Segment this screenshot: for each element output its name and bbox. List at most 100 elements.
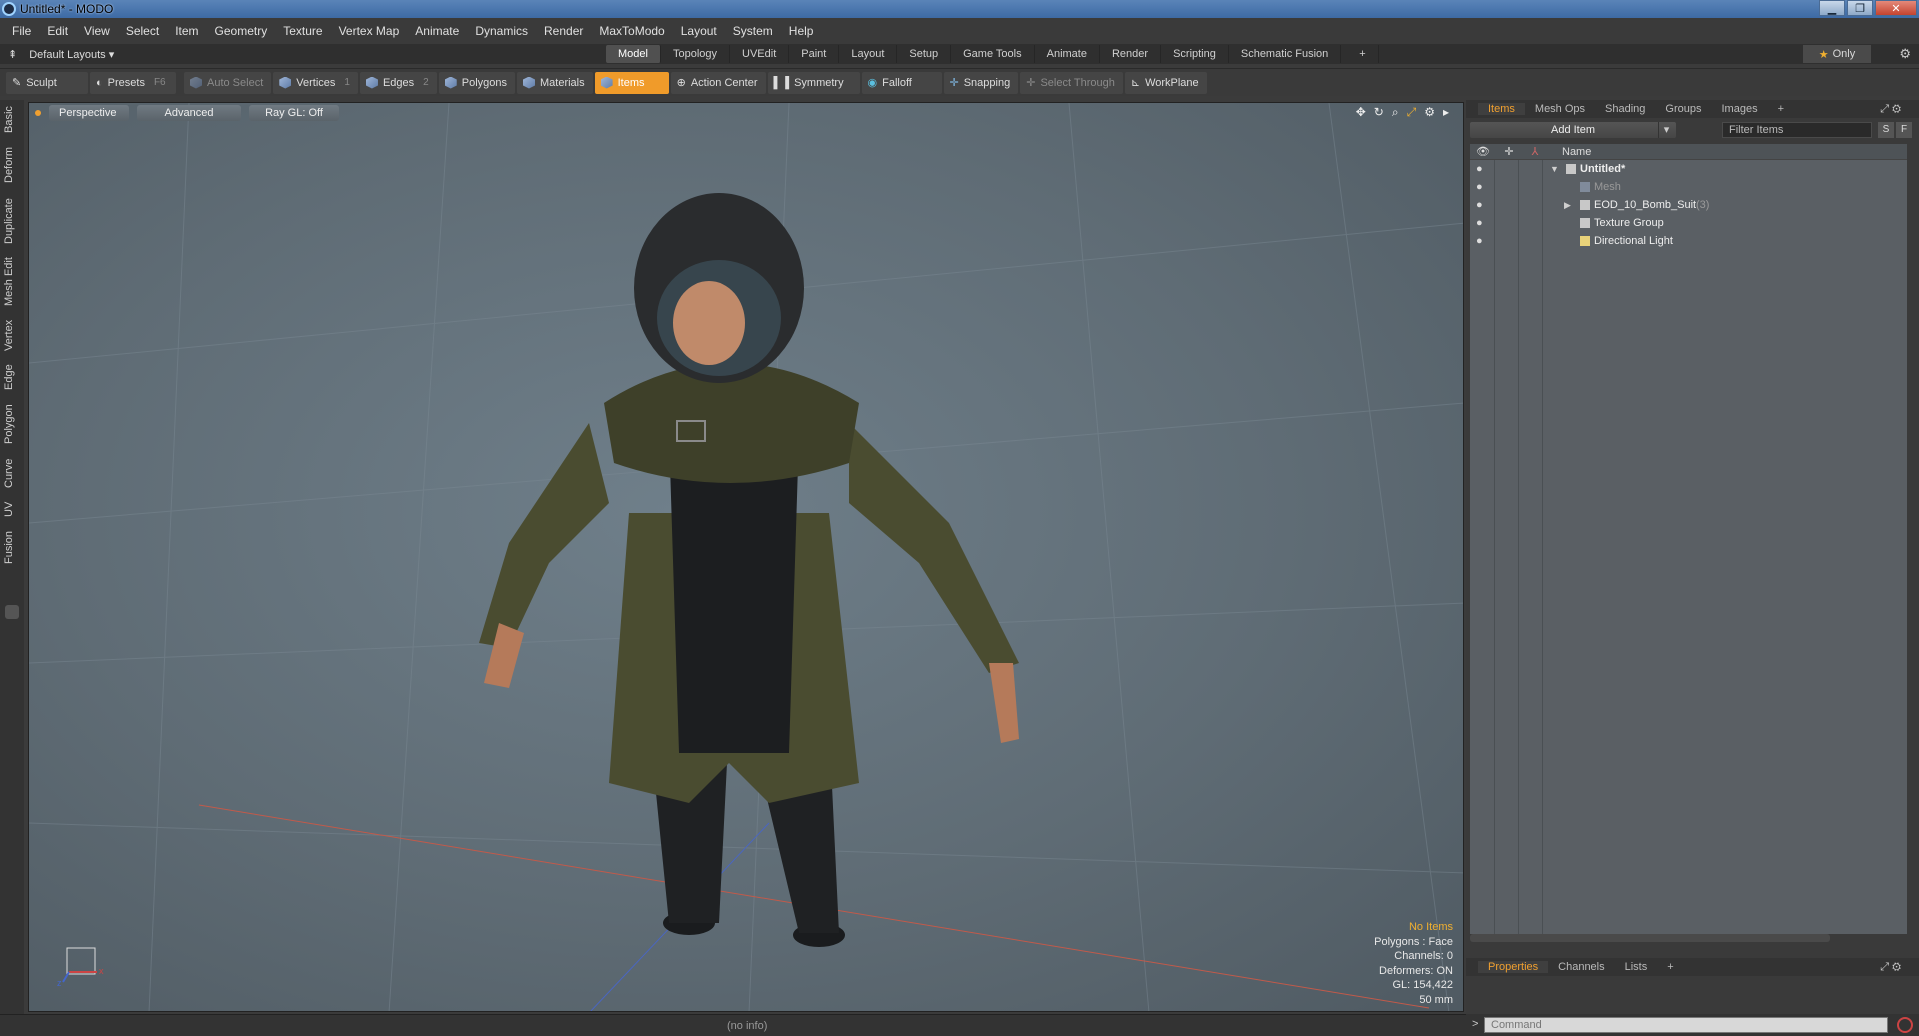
menu-texture[interactable]: Texture	[283, 24, 322, 38]
menu-item[interactable]: Item	[175, 24, 198, 38]
properties-options-icon[interactable]: ⤢ ⚙	[1870, 961, 1911, 974]
visibility-eye-icon[interactable]: ●	[1476, 181, 1483, 193]
visibility-eye-icon[interactable]: ●	[1476, 199, 1483, 211]
auto-select-button[interactable]: Auto Select	[184, 71, 272, 94]
lock-header-icon[interactable]: ✛	[1496, 145, 1522, 158]
menu-layout[interactable]: Layout	[681, 24, 717, 38]
panel-toggle-icon[interactable]	[5, 605, 19, 619]
add-item-button[interactable]: Add Item ▾	[1470, 122, 1676, 138]
tree-row-mesh[interactable]: ● Mesh	[1470, 178, 1907, 196]
tree-row-texture-group[interactable]: ● Texture Group	[1470, 214, 1907, 232]
tab-duplicate[interactable]: Duplicate	[3, 194, 21, 248]
menu-animate[interactable]: Animate	[415, 24, 459, 38]
viewport-settings-icon[interactable]: ⚙	[1424, 105, 1435, 120]
sculpt-button[interactable]: ✎ Sculpt	[6, 71, 88, 94]
tab-items[interactable]: Items	[1478, 103, 1525, 115]
menu-edit[interactable]: Edit	[47, 24, 68, 38]
presets-button[interactable]: ◐ Presets F6	[90, 71, 176, 94]
expand-arrow-icon[interactable]: ▶	[1564, 200, 1571, 211]
add-tab-icon[interactable]: +	[1347, 45, 1379, 63]
tab-vertex[interactable]: Vertex	[3, 316, 21, 354]
tab-polygon[interactable]: Polygon	[3, 400, 21, 448]
visibility-eye-icon[interactable]: ●	[1476, 217, 1483, 229]
menu-vertex-map[interactable]: Vertex Map	[339, 24, 400, 38]
viewport-menu-icon[interactable]	[35, 110, 41, 116]
default-layouts-dropdown[interactable]: Default Layouts ▾	[29, 48, 114, 61]
tab-properties[interactable]: Properties	[1478, 961, 1549, 973]
falloff-button[interactable]: ◉ Falloff	[861, 71, 942, 94]
tab-channels[interactable]: Channels	[1548, 961, 1614, 973]
rotate-icon[interactable]: ↻	[1374, 105, 1384, 120]
tab-uv[interactable]: UV	[3, 498, 21, 520]
s-button[interactable]: S	[1878, 122, 1894, 138]
tab-curve[interactable]: Curve	[3, 456, 21, 490]
zoom-icon[interactable]: ⌕	[1392, 105, 1399, 120]
perspective-button[interactable]: Perspective	[49, 105, 129, 121]
menu-dynamics[interactable]: Dynamics	[475, 24, 528, 38]
layout-toggle-icon[interactable]: ⇞	[8, 48, 17, 61]
filter-items-input[interactable]: Filter Items	[1722, 122, 1872, 138]
3d-viewport[interactable]: Perspective Advanced Ray GL: Off ✥ ↻ ⌕ ⤢…	[28, 102, 1464, 1012]
render-header-icon[interactable]: ⅄	[1522, 145, 1548, 158]
tab-basic[interactable]: Basic	[3, 104, 21, 136]
polygons-button[interactable]: Polygons	[438, 71, 515, 94]
gear-icon[interactable]: ⚙	[1899, 46, 1911, 62]
menu-geometry[interactable]: Geometry	[215, 24, 268, 38]
name-header[interactable]: Name	[1562, 146, 1591, 158]
tab-shading[interactable]: Shading	[1595, 103, 1655, 115]
maximize-icon[interactable]: ❐	[1847, 0, 1873, 16]
tab-fusion[interactable]: Fusion	[3, 528, 21, 566]
menu-view[interactable]: View	[84, 24, 110, 38]
stop-icon[interactable]	[1897, 1017, 1913, 1033]
workplane-button[interactable]: ⊾ WorkPlane	[1124, 71, 1207, 94]
add-panel-tab-icon[interactable]: +	[1768, 103, 1794, 115]
command-input[interactable]: Command	[1484, 1017, 1888, 1033]
minimize-icon[interactable]: ▁	[1819, 0, 1845, 16]
select-through-button[interactable]: ✛ Select Through	[1020, 71, 1123, 94]
bomb-suit-model[interactable]	[479, 193, 1019, 947]
menu-maxtomodo[interactable]: MaxToModo	[599, 24, 664, 38]
snapping-button[interactable]: ✛ Snapping	[943, 71, 1019, 94]
items-button[interactable]: Items	[594, 71, 669, 94]
tab-uvedit[interactable]: UVEdit	[730, 45, 790, 63]
tab-groups[interactable]: Groups	[1655, 103, 1711, 115]
horizontal-scrollbar[interactable]	[1470, 934, 1830, 942]
vertices-button[interactable]: Vertices 1	[273, 71, 358, 94]
tab-animate[interactable]: Animate	[1035, 45, 1100, 63]
tab-mesh-edit[interactable]: Mesh Edit	[3, 256, 21, 308]
menu-system[interactable]: System	[733, 24, 773, 38]
tab-model[interactable]: Model	[606, 45, 661, 63]
visibility-header-icon[interactable]: 👁	[1470, 145, 1496, 158]
menu-help[interactable]: Help	[789, 24, 814, 38]
action-center-button[interactable]: ⊕ Action Center	[670, 71, 766, 94]
symmetry-button[interactable]: ▌▐ Symmetry	[767, 71, 860, 94]
tab-scripting[interactable]: Scripting	[1161, 45, 1229, 63]
tab-paint[interactable]: Paint	[789, 45, 840, 63]
add-item-dropdown-icon[interactable]: ▾	[1658, 122, 1674, 138]
f-button[interactable]: F	[1896, 122, 1912, 138]
tree-row-untitled[interactable]: ● ▼ Untitled*	[1470, 160, 1907, 178]
tab-topology[interactable]: Topology	[661, 45, 731, 63]
only-button[interactable]: ★ Only	[1803, 45, 1871, 63]
tab-schematic-fusion[interactable]: Schematic Fusion	[1229, 45, 1342, 63]
collapse-arrow-icon[interactable]: ▼	[1550, 164, 1559, 174]
viewport-expand-icon[interactable]: ▸	[1443, 105, 1449, 120]
pan-icon[interactable]: ✥	[1356, 105, 1366, 120]
maximize-viewport-icon[interactable]: ⤢	[1407, 105, 1417, 120]
advanced-button[interactable]: Advanced	[137, 105, 241, 121]
tab-lists[interactable]: Lists	[1615, 961, 1658, 973]
visibility-eye-icon[interactable]: ●	[1476, 235, 1483, 247]
tab-layout[interactable]: Layout	[839, 45, 898, 63]
menu-file[interactable]: File	[12, 24, 31, 38]
raygl-button[interactable]: Ray GL: Off	[249, 105, 339, 121]
panel-options-icon[interactable]: ⤢ ⚙	[1870, 103, 1911, 116]
close-icon[interactable]: ✕	[1875, 0, 1917, 16]
menu-select[interactable]: Select	[126, 24, 159, 38]
edges-button[interactable]: Edges 2	[359, 71, 437, 94]
materials-button[interactable]: Materials	[517, 71, 593, 94]
tab-render[interactable]: Render	[1100, 45, 1162, 63]
tree-row-eod-suit[interactable]: ● ▶ EOD_10_Bomb_Suit (3)	[1470, 196, 1907, 214]
visibility-eye-icon[interactable]: ●	[1476, 163, 1483, 175]
tree-row-directional-light[interactable]: ● Directional Light	[1470, 232, 1907, 250]
menu-render[interactable]: Render	[544, 24, 583, 38]
